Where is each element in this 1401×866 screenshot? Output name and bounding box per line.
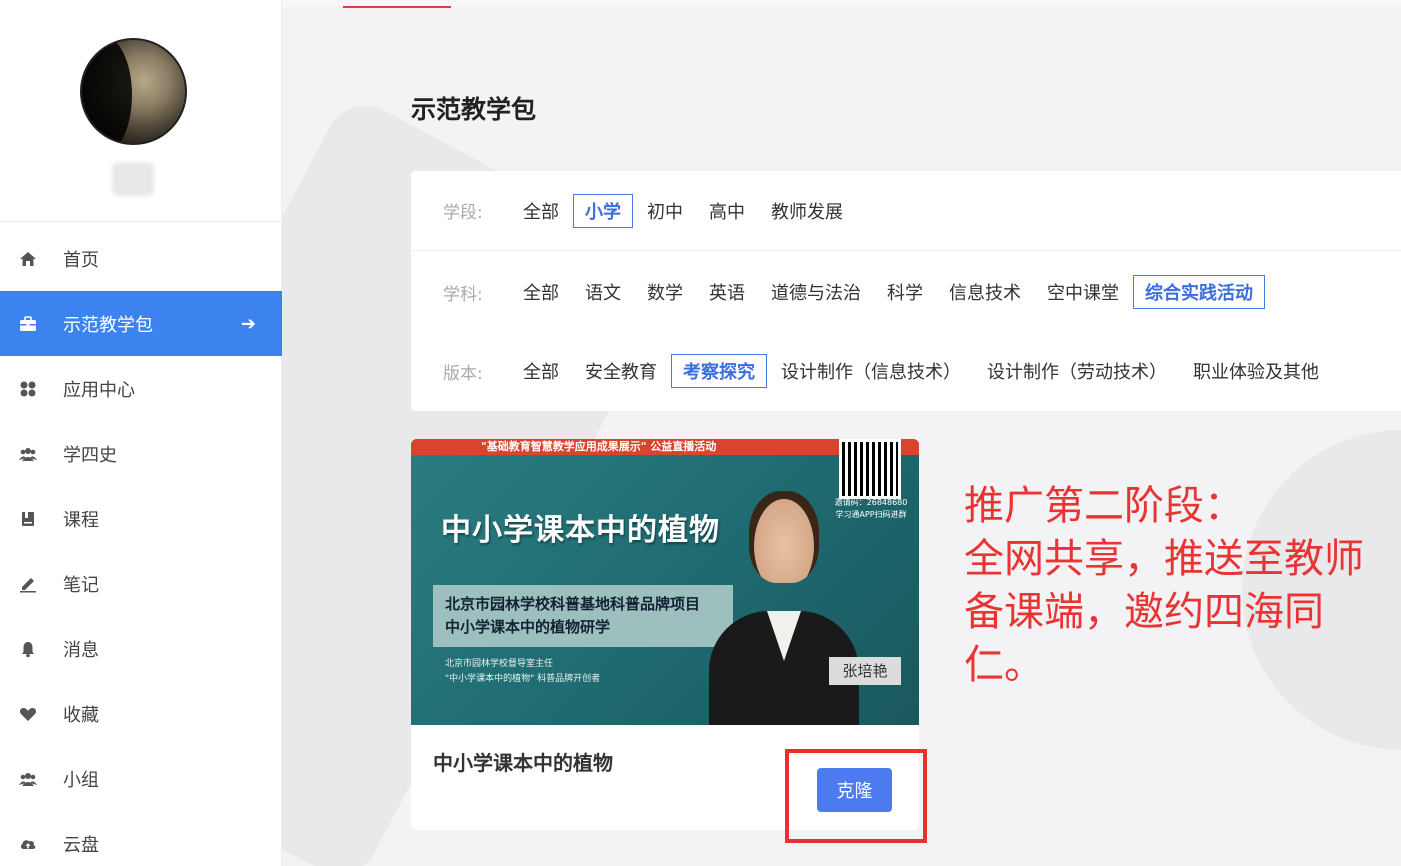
sidebar-item-home[interactable]: 首页 bbox=[0, 226, 282, 291]
sidebar-item-label: 学四史 bbox=[63, 444, 117, 466]
filter-label: 学科: bbox=[443, 284, 483, 305]
filter-option[interactable]: 高中 bbox=[697, 194, 757, 228]
filter-label: 学段: bbox=[443, 203, 483, 223]
cover-speaker-info: 北京市园林学校督导室主任 "中小学课本中的植物" 科普品牌开创者 bbox=[445, 659, 601, 684]
filter-option[interactable]: 道德与法治 bbox=[759, 275, 873, 309]
home-icon bbox=[18, 249, 38, 269]
apps-icon bbox=[18, 379, 38, 399]
filter-option-selected[interactable]: 考察探究 bbox=[671, 354, 767, 388]
sidebar-item-favorites[interactable]: 收藏 bbox=[0, 681, 282, 746]
cloud-upload-icon bbox=[18, 834, 38, 854]
sidebar-item-label: 收藏 bbox=[63, 704, 99, 726]
filter-panel: 学段: 全部 小学 初中 高中 教师发展 学科: 全部 语文 数学 英语 道德与… bbox=[411, 171, 1401, 411]
page-title: 示范教学包 bbox=[411, 95, 537, 124]
filter-option[interactable]: 语文 bbox=[573, 275, 633, 309]
qr-code-icon bbox=[839, 439, 901, 499]
filter-option-selected[interactable]: 小学 bbox=[573, 193, 633, 228]
filter-option[interactable]: 初中 bbox=[635, 194, 695, 228]
filter-row-subject: 学科: 全部 语文 数学 英语 道德与法治 科学 信息技术 空中课堂 综合实践活… bbox=[411, 252, 1401, 332]
filter-option[interactable]: 空中课堂 bbox=[1035, 275, 1131, 309]
highlight-box bbox=[785, 749, 927, 843]
sidebar-nav: 首页 示范教学包 ➔ 应用中心 学四史 课程 笔记 消息 收藏 小组 云盘 bbox=[0, 226, 282, 866]
briefcase-icon bbox=[18, 314, 38, 334]
course-cover-image[interactable]: "基础教育智慧教学应用成果展示" 公益直播活动 邀请码：26848680 学习通… bbox=[411, 439, 919, 725]
bell-icon bbox=[18, 639, 38, 659]
sidebar-item-label: 云盘 bbox=[63, 834, 99, 856]
pen-icon bbox=[18, 574, 38, 594]
sidebar: 首页 示范教学包 ➔ 应用中心 学四史 课程 笔记 消息 收藏 小组 云盘 bbox=[0, 0, 282, 866]
sidebar-item-label: 小组 bbox=[63, 769, 99, 791]
filter-option[interactable]: 教师发展 bbox=[759, 194, 855, 228]
filter-option[interactable]: 职业体验及其他 bbox=[1181, 354, 1331, 388]
book-icon bbox=[18, 509, 38, 529]
sidebar-item-app-center[interactable]: 应用中心 bbox=[0, 356, 282, 421]
speaker-photo bbox=[709, 485, 859, 725]
sidebar-item-notes[interactable]: 笔记 bbox=[0, 551, 282, 616]
sidebar-item-teaching-package[interactable]: 示范教学包 ➔ bbox=[0, 291, 282, 356]
top-tab-indicator bbox=[343, 6, 451, 8]
sidebar-item-label: 首页 bbox=[63, 249, 99, 271]
sidebar-item-label: 示范教学包 bbox=[63, 314, 153, 336]
sidebar-item-label: 笔记 bbox=[63, 574, 99, 596]
filter-option-selected[interactable]: 综合实践活动 bbox=[1133, 275, 1265, 309]
filter-label: 版本: bbox=[443, 363, 483, 384]
sidebar-item-label: 课程 bbox=[63, 509, 99, 531]
heart-icon bbox=[18, 704, 38, 724]
sidebar-item-four-histories[interactable]: 学四史 bbox=[0, 421, 282, 486]
annotation-text: 推广第二阶段： 全网共享，推送至教师 备课端，邀约四海同 仁。 bbox=[964, 483, 1364, 688]
sidebar-item-cloud-drive[interactable]: 云盘 bbox=[0, 811, 282, 866]
sidebar-item-label: 消息 bbox=[63, 639, 99, 661]
filter-option[interactable]: 信息技术 bbox=[937, 275, 1033, 309]
filter-option[interactable]: 全部 bbox=[511, 275, 571, 309]
filter-option[interactable]: 设计制作（信息技术） bbox=[769, 354, 973, 388]
cover-title: 中小学课本中的植物 bbox=[441, 513, 720, 548]
filter-option[interactable]: 安全教育 bbox=[573, 354, 669, 388]
filter-row-edition: 版本: 全部 安全教育 考察探究 设计制作（信息技术） 设计制作（劳动技术） 职… bbox=[411, 331, 1401, 411]
username-blurred bbox=[112, 162, 154, 196]
filter-row-stage: 学段: 全部 小学 初中 高中 教师发展 bbox=[411, 171, 1401, 251]
sidebar-item-messages[interactable]: 消息 bbox=[0, 616, 282, 681]
group-icon bbox=[18, 444, 38, 464]
filter-option[interactable]: 英语 bbox=[697, 275, 757, 309]
cover-subtitle-box: 北京市园林学校科普基地科普品牌项目 中小学课本中的植物研学 bbox=[433, 585, 733, 647]
course-title[interactable]: 中小学课本中的植物 bbox=[433, 747, 613, 776]
filter-option[interactable]: 科学 bbox=[875, 275, 935, 309]
sidebar-item-courses[interactable]: 课程 bbox=[0, 486, 282, 551]
group-icon bbox=[18, 769, 38, 789]
filter-option[interactable]: 设计制作（劳动技术） bbox=[975, 354, 1179, 388]
speaker-nameplate: 张培艳 bbox=[829, 657, 901, 685]
sidebar-divider bbox=[0, 221, 282, 222]
filter-option[interactable]: 全部 bbox=[511, 354, 571, 388]
arrow-right-icon: ➔ bbox=[240, 313, 256, 334]
sidebar-item-groups[interactable]: 小组 bbox=[0, 746, 282, 811]
filter-option[interactable]: 数学 bbox=[635, 275, 695, 309]
filter-option[interactable]: 全部 bbox=[511, 194, 571, 228]
avatar[interactable] bbox=[80, 38, 187, 145]
sidebar-item-label: 应用中心 bbox=[63, 379, 135, 401]
